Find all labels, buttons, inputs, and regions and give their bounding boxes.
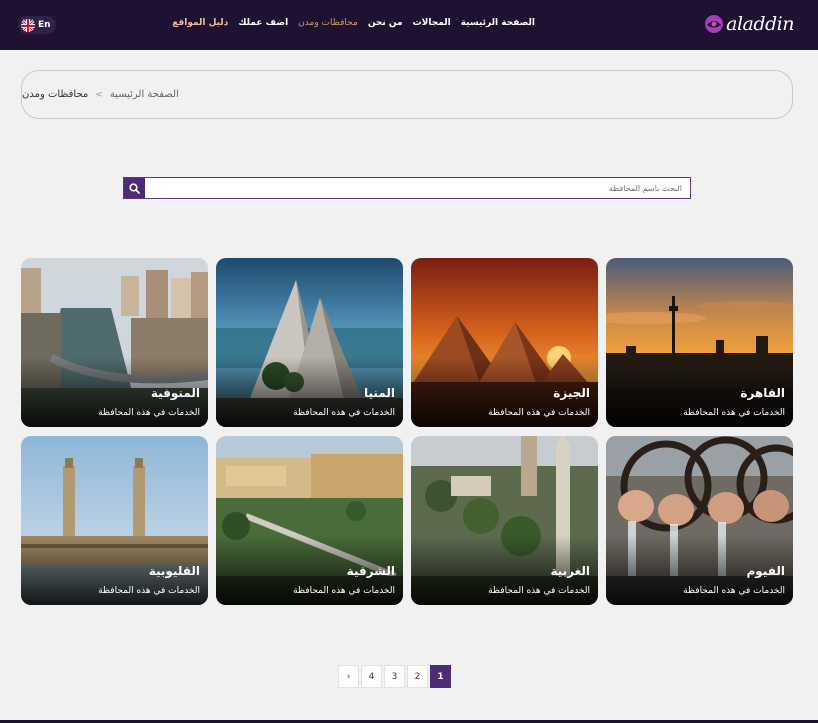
main-nav: الصفحة الرئيسية المجالات من نحن محافظات …: [172, 18, 535, 28]
card-title: القاهرة: [740, 386, 785, 400]
governorate-search: [123, 177, 691, 199]
governorate-card-menoufia[interactable]: المنوفية الخدمات في هذه المحافظة: [21, 258, 208, 427]
search-icon: [129, 182, 140, 194]
card-subtitle: الخدمات في هذه المحافظة: [488, 586, 590, 596]
card-subtitle: الخدمات في هذه المحافظة: [683, 586, 785, 596]
breadcrumb-separator: >: [95, 89, 103, 100]
pagination-page-2[interactable]: 2: [407, 665, 428, 688]
top-navbar: En الصفحة الرئيسية المجالات من نحن محافظ…: [0, 0, 818, 50]
card-title: القليوبية: [148, 564, 200, 578]
card-subtitle: الخدمات في هذه المحافظة: [98, 408, 200, 418]
card-subtitle: الخدمات في هذه المحافظة: [683, 408, 785, 418]
pagination-page-4[interactable]: 4: [361, 665, 382, 688]
nav-directory[interactable]: دليل المواقع: [172, 18, 228, 28]
pagination-page-3[interactable]: 3: [384, 665, 405, 688]
nav-add-business[interactable]: اضف عملك: [238, 18, 288, 28]
breadcrumb: الصفحة الرئيسية > محافظات ومدن: [21, 70, 793, 119]
lamp-logo-icon: [705, 15, 724, 33]
governorate-card-minya[interactable]: المنيا الخدمات في هذه المحافظة: [216, 258, 403, 427]
card-title: الشرقية: [346, 564, 395, 578]
governorate-card-sharqia[interactable]: الشرقية الخدمات في هذه المحافظة: [216, 436, 403, 605]
card-title: المنيا: [364, 386, 395, 400]
governorate-card-qalyubia[interactable]: القليوبية الخدمات في هذه المحافظة: [21, 436, 208, 605]
governorate-card-giza[interactable]: الجيزة الخدمات في هذه المحافظة: [411, 258, 598, 427]
language-switcher[interactable]: En: [18, 16, 56, 34]
pagination-next[interactable]: ›: [338, 665, 359, 688]
card-title: الجيزة: [553, 386, 590, 400]
logo-text: aladdin: [726, 13, 794, 35]
pagination-page-current[interactable]: 1: [430, 665, 451, 688]
nav-home[interactable]: الصفحة الرئيسية: [461, 18, 535, 28]
nav-governorates[interactable]: محافظات ومدن: [298, 18, 358, 28]
governorate-card-gharbia[interactable]: الغربية الخدمات في هذه المحافظة: [411, 436, 598, 605]
breadcrumb-home[interactable]: الصفحة الرئيسية: [110, 89, 179, 100]
card-subtitle: الخدمات في هذه المحافظة: [293, 586, 395, 596]
nav-about[interactable]: من نحن: [368, 18, 403, 28]
card-title: المنوفية: [150, 386, 200, 400]
card-subtitle: الخدمات في هذه المحافظة: [98, 586, 200, 596]
governorate-card-cairo[interactable]: القاهرة الخدمات في هذه المحافظة: [606, 258, 793, 427]
breadcrumb-current: محافظات ومدن: [22, 89, 89, 100]
uk-flag-icon: [21, 18, 35, 32]
language-label: En: [38, 20, 51, 30]
search-button[interactable]: [124, 178, 145, 198]
governorate-card-fayoum[interactable]: الفيوم الخدمات في هذه المحافظة: [606, 436, 793, 605]
search-input[interactable]: [145, 178, 690, 198]
pagination: › 4 3 2 1: [338, 665, 451, 688]
card-subtitle: الخدمات في هذه المحافظة: [293, 408, 395, 418]
nav-categories[interactable]: المجالات: [413, 18, 451, 28]
site-logo[interactable]: aladdin: [703, 13, 794, 35]
card-subtitle: الخدمات في هذه المحافظة: [488, 408, 590, 418]
card-title: الفيوم: [746, 564, 785, 578]
card-title: الغربية: [550, 564, 590, 578]
